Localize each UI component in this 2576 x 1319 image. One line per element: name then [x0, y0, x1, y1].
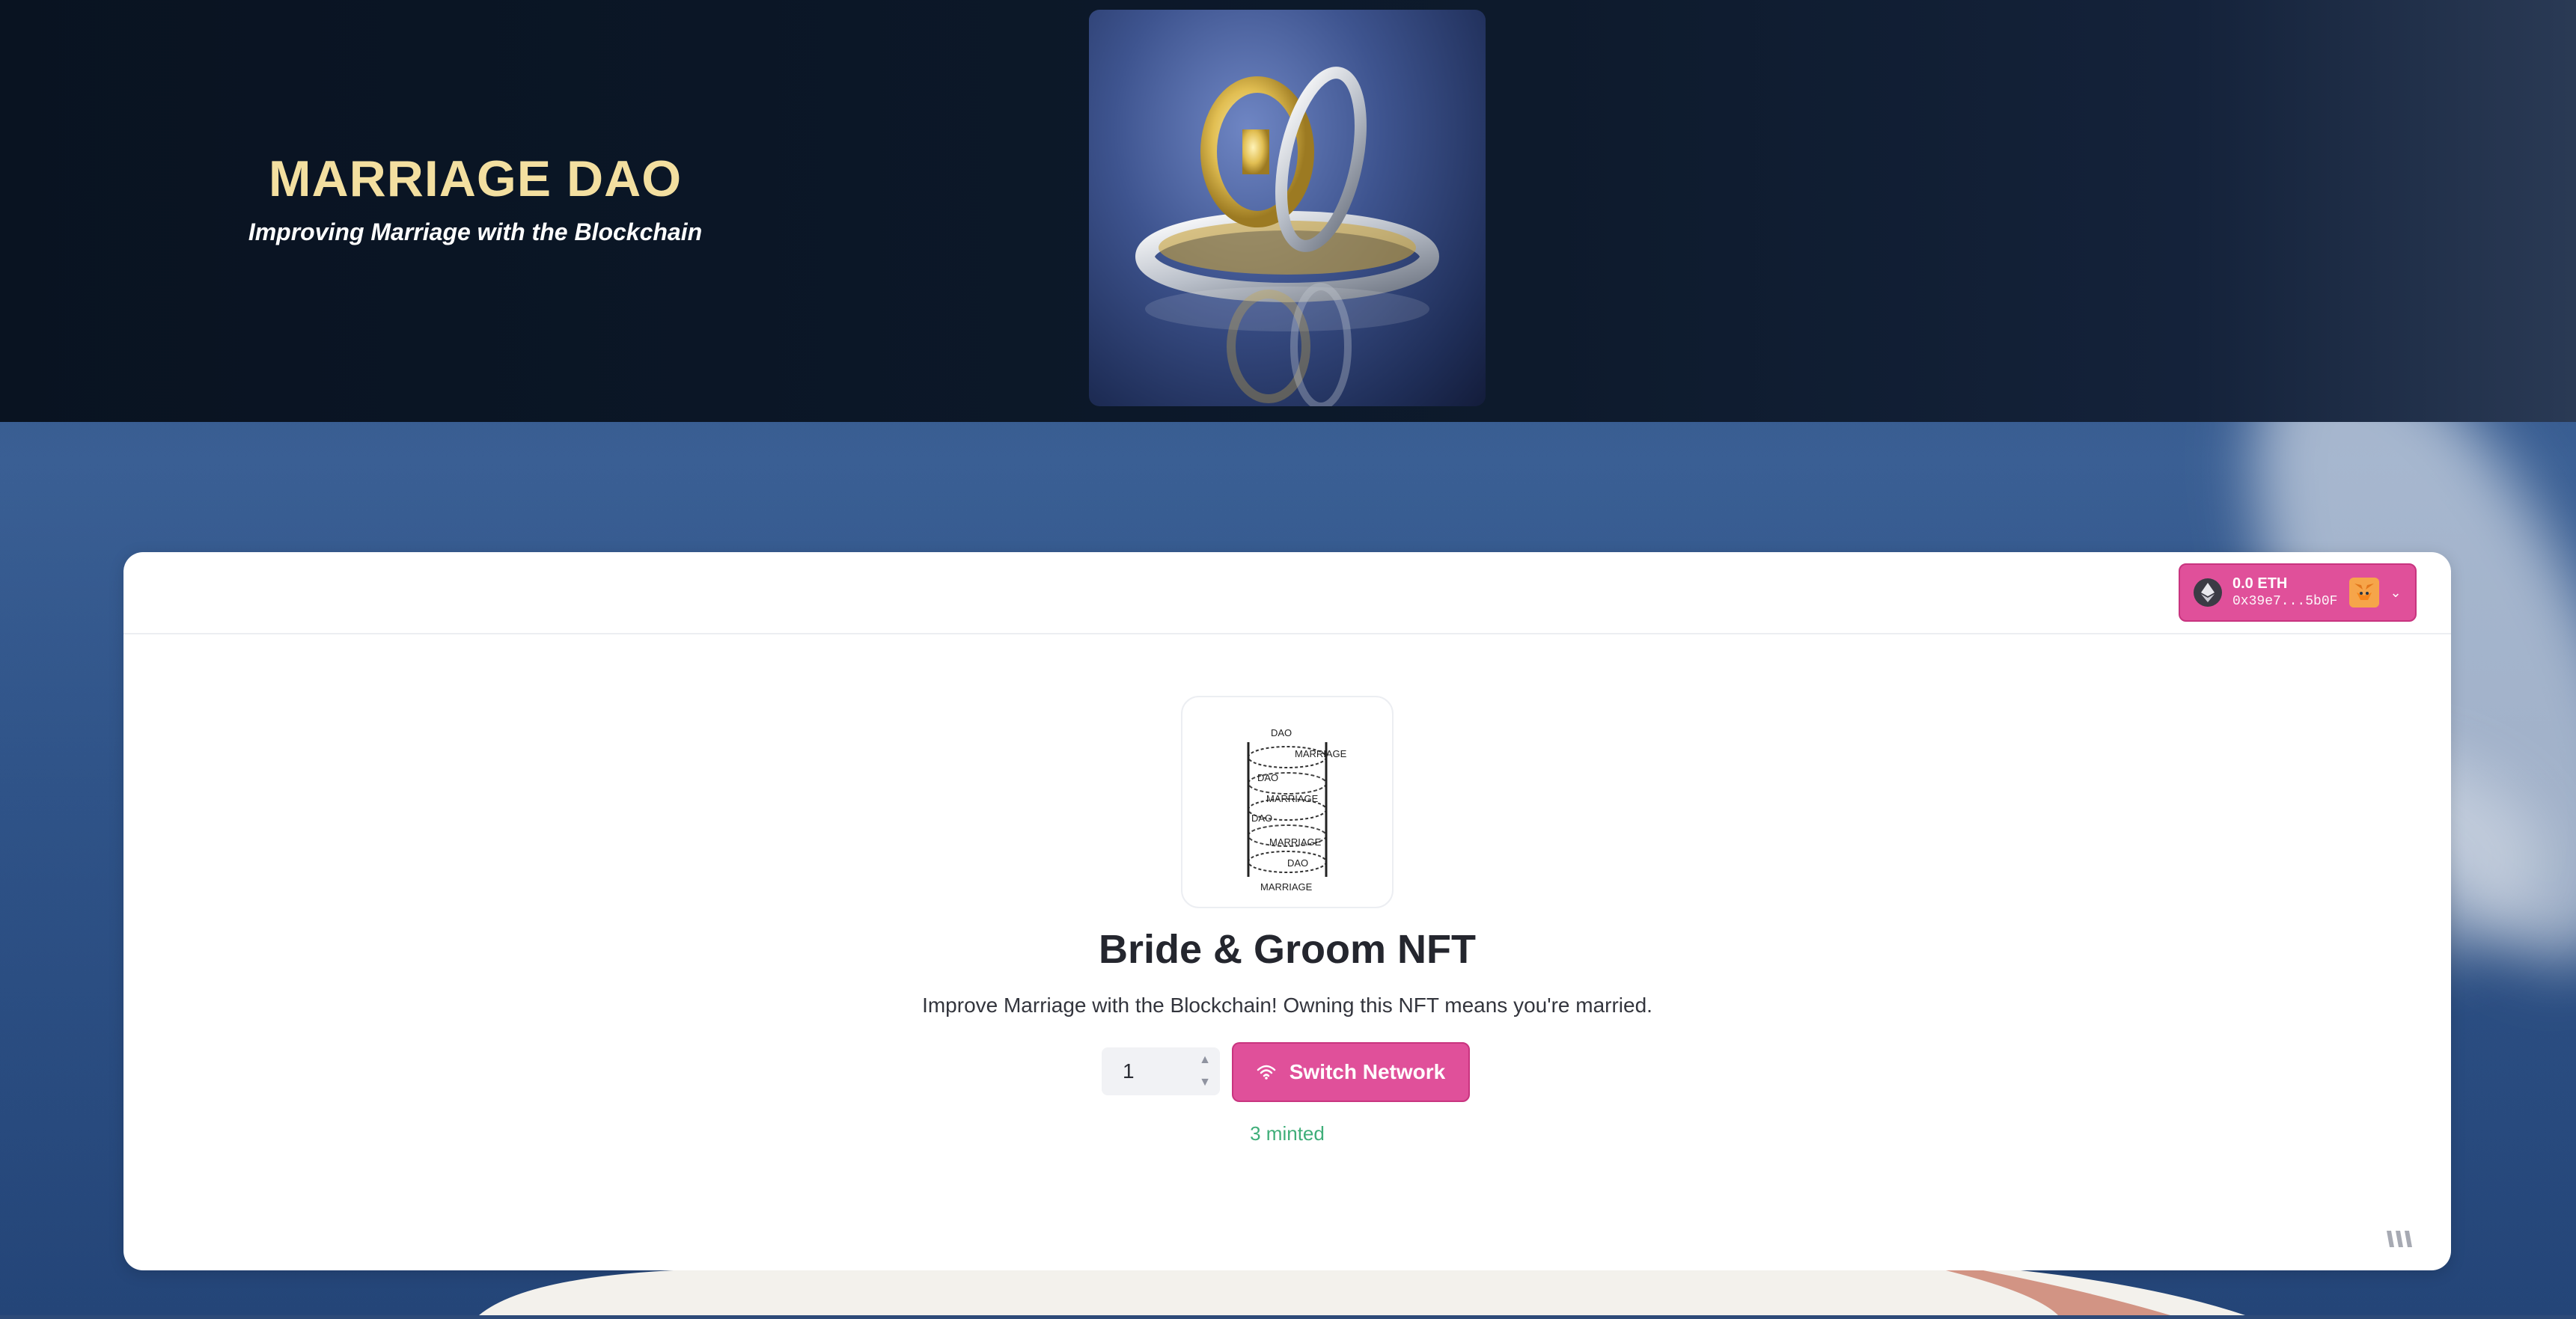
wallet-info: 0.0 ETH 0x39e7...5b0F: [2232, 575, 2337, 610]
hero-heading-group: MARRIAGE DAO Improving Marriage with the…: [195, 150, 756, 246]
nft-title: Bride & Groom NFT: [1098, 927, 1476, 972]
decrement-arrow-icon[interactable]: ▼: [1199, 1076, 1211, 1089]
nft-image-text: DAO: [1251, 812, 1272, 824]
card-header: 0.0 ETH 0x39e7...5b0F ⌄: [123, 552, 2451, 634]
hero-subtitle: Improving Marriage with the Blockchain: [248, 218, 703, 245]
switch-network-button[interactable]: Switch Network: [1232, 1042, 1470, 1102]
increment-arrow-icon[interactable]: ▲: [1199, 1053, 1211, 1067]
wallet-connect-button[interactable]: 0.0 ETH 0x39e7...5b0F ⌄: [2179, 563, 2417, 622]
metamask-fox-icon: [2349, 578, 2380, 608]
chevron-down-icon: ⌄: [2390, 584, 2402, 600]
mint-card: 0.0 ETH 0x39e7...5b0F ⌄ DAO MARRIAGE DAO…: [123, 552, 2451, 1270]
hero-banner: MARRIAGE DAO Improving Marriage with the…: [0, 0, 2576, 422]
nft-image-text: MARRIAGE: [1266, 793, 1319, 804]
nft-image-text: MARRIAGE: [1295, 748, 1347, 759]
background-photo-strip: [0, 1270, 2576, 1315]
nft-image: DAO MARRIAGE DAO MARRIAGE DAO MARRIAGE D…: [1181, 696, 1394, 908]
thirdweb-logo-icon[interactable]: [2387, 1229, 2414, 1252]
wifi-icon: [1257, 1065, 1275, 1080]
nft-image-text: DAO: [1287, 857, 1308, 869]
switch-network-label: Switch Network: [1289, 1060, 1446, 1083]
quantity-arrows[interactable]: ▲ ▼: [1196, 1053, 1214, 1089]
nft-description: Improve Marriage with the Blockchain! Ow…: [922, 994, 1652, 1017]
quantity-value: 1: [1123, 1059, 1135, 1083]
nft-image-text: MARRIAGE: [1260, 881, 1313, 893]
wallet-balance: 0.0 ETH: [2232, 575, 2288, 593]
minted-count: 3 minted: [1250, 1122, 1325, 1145]
quantity-stepper[interactable]: 1 ▲ ▼: [1102, 1047, 1220, 1095]
wedding-rings-image: [1089, 10, 1486, 406]
hero-title: MARRIAGE DAO: [268, 150, 683, 207]
wallet-address: 0x39e7...5b0F: [2232, 594, 2338, 610]
ethereum-icon: [2194, 578, 2222, 607]
nft-image-text: MARRIAGE: [1269, 836, 1322, 848]
nft-image-text: DAO: [1257, 772, 1278, 783]
nft-image-text: DAO: [1271, 727, 1292, 738]
